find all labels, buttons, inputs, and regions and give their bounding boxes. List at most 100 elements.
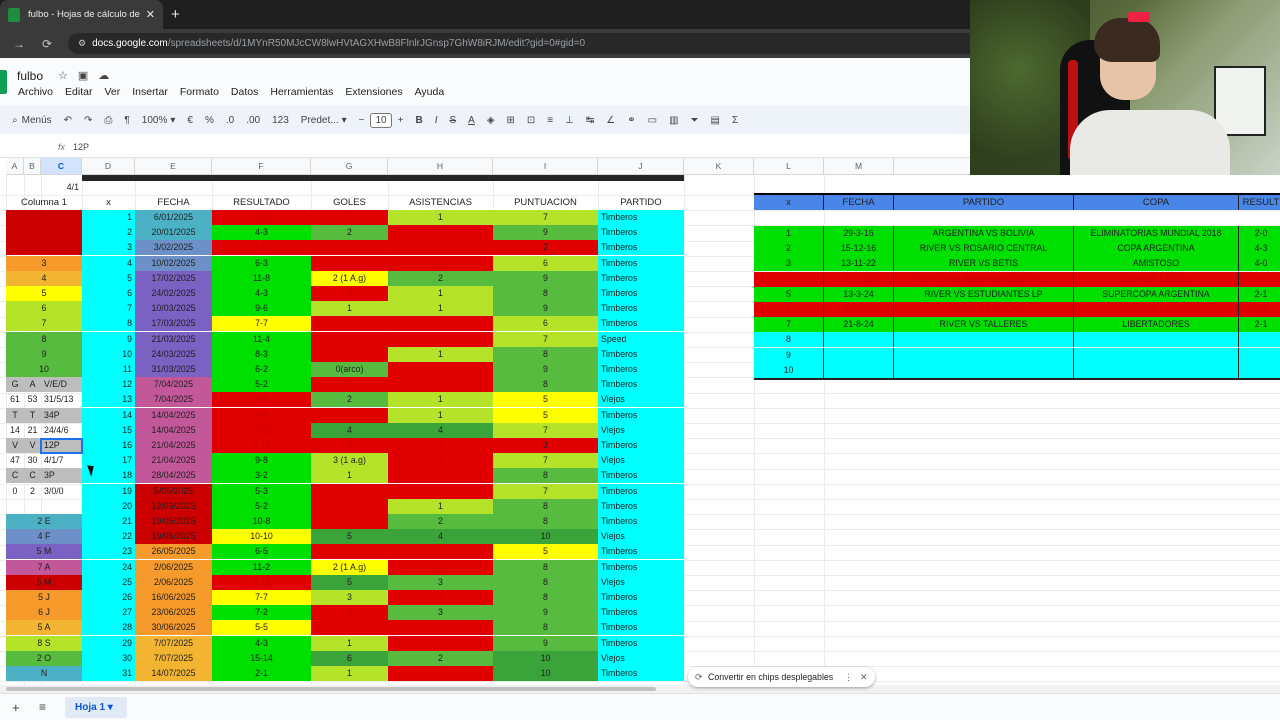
goles-cell[interactable]: 0 [311,620,388,635]
right-table-header[interactable]: x [754,195,824,210]
partido-cell[interactable]: Timberos [598,620,684,635]
puntuacion-cell[interactable]: 2 [493,240,598,255]
all-sheets-icon[interactable]: ≡ [39,700,46,714]
asistencias-cell[interactable]: 1 [388,408,493,423]
percent-button[interactable]: % [205,115,214,126]
fecha-cell[interactable]: 12/05/2025 [135,499,212,514]
right-table-cell[interactable]: 7 [754,317,824,332]
asistencias-cell[interactable]: 2 [388,514,493,529]
partido-cell[interactable]: Timberos [598,499,684,514]
asistencias-cell[interactable]: 0 [388,620,493,635]
index-cell[interactable]: 20 [82,499,135,514]
partido-cell[interactable]: Timberos [598,438,684,453]
partido-cell[interactable]: Timberos [598,590,684,605]
font-size-decrease-icon[interactable]: − [359,115,365,126]
fecha-cell[interactable]: 21/04/2025 [135,453,212,468]
doc-title[interactable]: fulbo [17,69,43,83]
partido-cell[interactable]: Timberos [598,210,684,225]
table-header[interactable]: PUNTUACION [493,195,598,210]
puntuacion-cell[interactable]: 5 [493,408,598,423]
partido-cell[interactable]: Timberos [598,514,684,529]
resultado-cell[interactable]: 5-5 [212,620,311,635]
level-cell[interactable]: 2 O [6,651,82,666]
fecha-cell[interactable]: 19/05/2025 [135,514,212,529]
puntuacion-cell[interactable]: 8 [493,514,598,529]
right-table-cell[interactable] [894,363,1074,378]
stat-cell[interactable]: T [24,408,41,423]
text-color-icon[interactable]: A [468,115,475,126]
menu-item[interactable]: Herramientas [270,86,333,98]
asistencias-cell[interactable]: 1 [388,286,493,301]
goles-cell[interactable]: 0 [311,484,388,499]
right-table-cell[interactable]: 4 [754,272,824,287]
right-table-cell[interactable] [894,348,1074,363]
puntuacion-cell[interactable]: 3 [493,438,598,453]
stat-cell[interactable]: 47 [6,453,24,468]
right-table-cell[interactable] [1239,348,1280,363]
right-table-cell[interactable] [894,332,1074,347]
puntuacion-cell[interactable]: 8 [493,590,598,605]
column-header[interactable]: I [493,158,598,175]
column-header[interactable]: M [824,158,894,175]
right-table-cell[interactable]: 13-3-24 [824,287,894,302]
resultado-cell[interactable]: 4-3 [212,286,311,301]
resultado-cell[interactable]: 2-12 [212,438,311,453]
partido-cell[interactable]: Timberos [598,636,684,651]
goles-cell[interactable]: 0 [311,256,388,271]
goles-cell[interactable]: 2 [311,225,388,240]
resultado-cell[interactable]: 6-5 [212,544,311,559]
partido-cell[interactable]: Timberos [598,362,684,377]
partido-cell[interactable]: Timberos [598,544,684,559]
goles-cell[interactable]: 0 [311,377,388,392]
index-cell[interactable]: 9 [82,332,135,347]
currency-button[interactable]: € [187,115,193,126]
menu-item[interactable]: Extensiones [345,86,402,98]
column-header[interactable]: A [6,158,24,175]
level-cell[interactable]: 5 M [6,544,82,559]
resultado-cell[interactable]: 3-11 [212,240,311,255]
font-size-increase-icon[interactable]: + [398,115,404,126]
index-cell[interactable]: 13 [82,392,135,407]
right-table-cell[interactable]: 21-4-24 [824,302,894,317]
resultado-cell[interactable]: 4-8 [212,408,311,423]
index-cell[interactable]: 25 [82,575,135,590]
goles-cell[interactable]: 0 [311,210,388,225]
right-table-cell[interactable]: 4-3 [1239,241,1280,256]
resultado-cell[interactable]: 5-8 [212,392,311,407]
right-table-header[interactable]: PARTIDO [894,195,1074,210]
puntuacion-cell[interactable]: 8 [493,286,598,301]
right-table-cell[interactable]: RIVER VS ROSARIO CENTRAL [894,241,1074,256]
font-size-input[interactable]: 10 [370,112,392,128]
resultado-cell[interactable]: 10-8 [212,514,311,529]
stat-cell[interactable]: 14 [6,423,24,438]
resultado-cell[interactable]: 5-3 [212,484,311,499]
index-cell[interactable]: 30 [82,651,135,666]
stat-cell[interactable]: A [24,377,41,392]
font-select[interactable]: Predet... [301,115,339,126]
asistencias-cell[interactable]: 0 [388,438,493,453]
column-label[interactable]: Columna 1 [6,195,82,210]
toast-text[interactable]: Convertir en chips desplegables [708,667,833,687]
fecha-cell[interactable]: 10/03/2025 [135,301,212,316]
url-field[interactable]: ⚙ docs.google.com /spreadsheets/d/1MYnR5… [68,33,980,54]
table-header[interactable]: FECHA [135,195,212,210]
puntuacion-cell[interactable]: 6 [493,256,598,271]
goles-cell[interactable]: 2 (1 A.g) [311,271,388,286]
sheet-tab[interactable]: Hoja 1 ▾ [65,697,127,718]
partido-cell[interactable]: Timberos [598,484,684,499]
forward-icon[interactable]: → [10,37,28,51]
column-header[interactable]: B [24,158,41,175]
stat-cell[interactable]: 24/4/6 [41,423,82,438]
asistencias-cell[interactable]: 1 [388,392,493,407]
goles-cell[interactable]: 0 [311,544,388,559]
new-tab-icon[interactable]: + [171,6,180,23]
menu-item[interactable]: Ver [104,86,120,98]
goles-cell[interactable]: 0 [311,438,388,453]
resultado-cell[interactable]: 2-1 [212,666,311,681]
resultado-cell[interactable]: 3-2 [212,468,311,483]
font-chevron-icon[interactable]: ▾ [342,115,347,126]
bold-button[interactable]: B [415,115,422,126]
column-header[interactable]: E [135,158,212,175]
right-table-cell[interactable]: ELIMINATORIAS MUNDIAL 2018 [1074,226,1239,241]
index-cell[interactable]: 8 [82,316,135,331]
